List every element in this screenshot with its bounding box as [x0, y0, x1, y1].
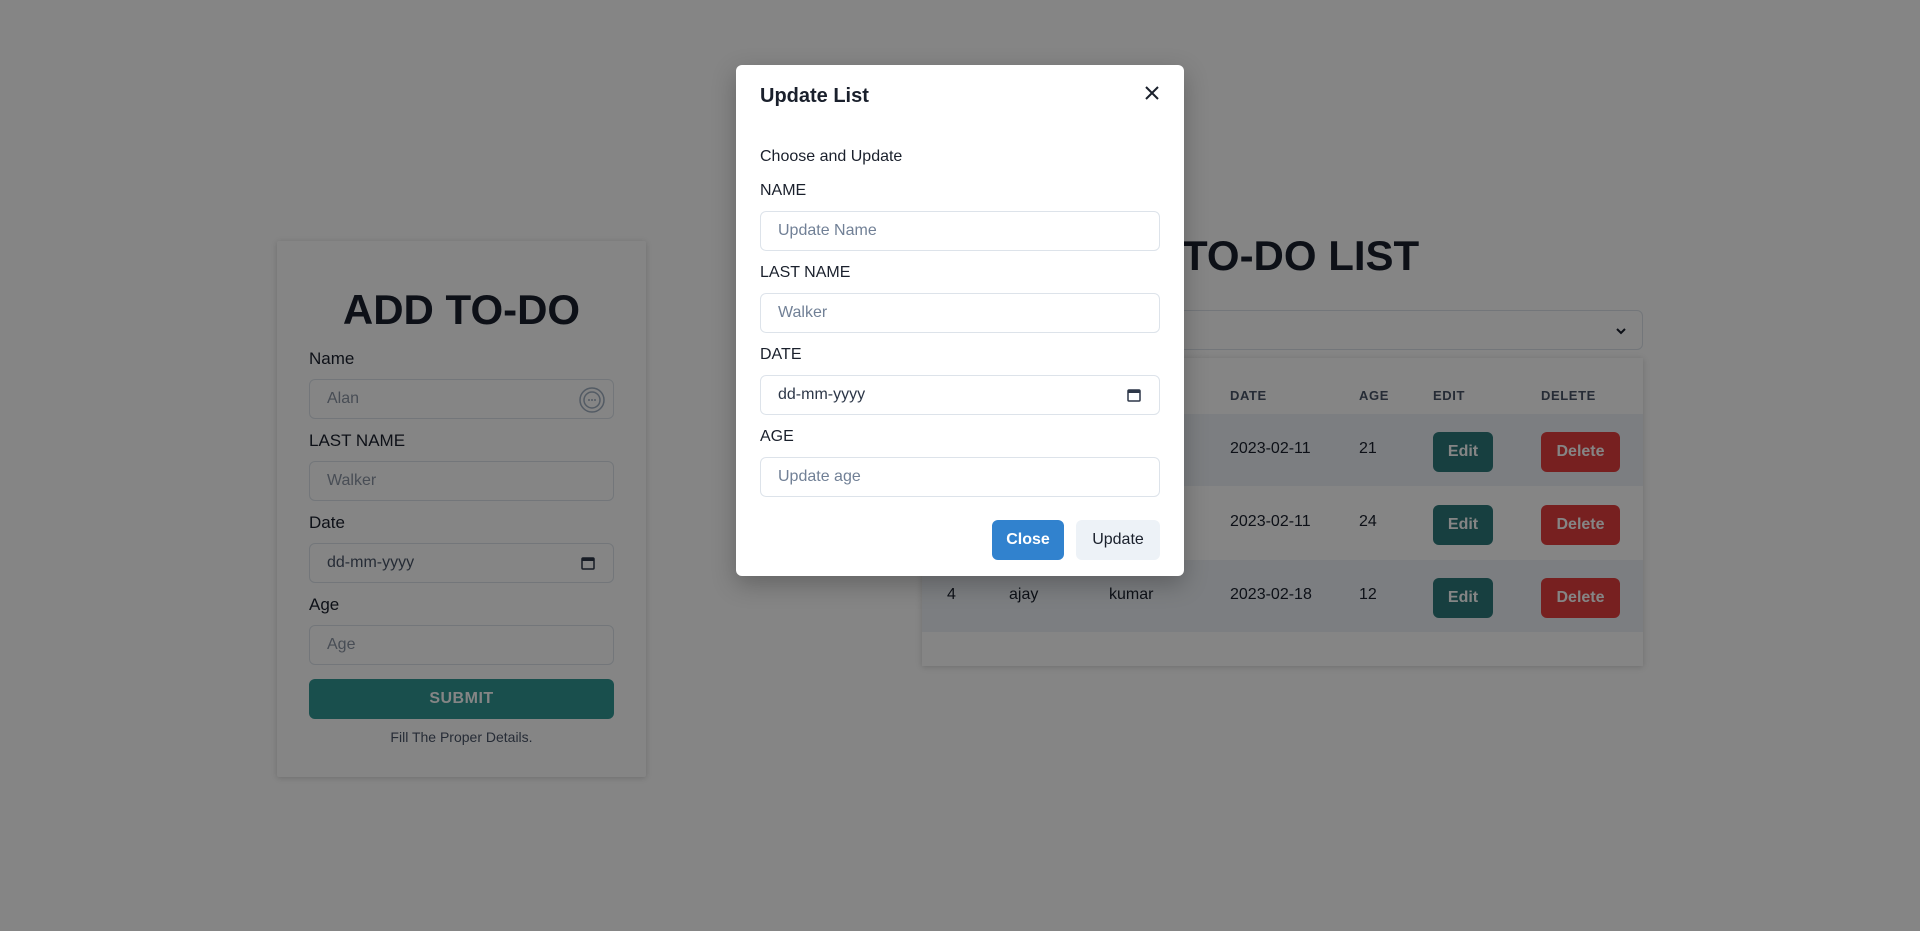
- modal-lastname-label: LAST NAME: [760, 264, 851, 281]
- modal-name-placeholder: Update Name: [778, 222, 877, 239]
- modal-name-label: NAME: [760, 182, 807, 199]
- close-button[interactable]: Close: [992, 520, 1064, 560]
- update-modal: Update List Choose and Update NAME Updat…: [736, 65, 1184, 576]
- calendar-icon[interactable]: [1127, 388, 1141, 402]
- modal-date-placeholder: dd-mm-yyyy: [778, 386, 866, 403]
- modal-lastname-placeholder: Walker: [778, 304, 828, 321]
- modal-name-input[interactable]: Update Name: [760, 211, 1160, 251]
- modal-age-label: AGE: [760, 428, 794, 445]
- modal-title: Update List: [760, 85, 869, 107]
- modal-age-input[interactable]: Update age: [760, 457, 1160, 497]
- modal-age-placeholder: Update age: [778, 468, 861, 485]
- modal-subtitle: Choose and Update: [760, 148, 903, 165]
- modal-date-label: DATE: [760, 346, 802, 363]
- modal-date-input[interactable]: dd-mm-yyyy: [760, 375, 1160, 415]
- update-button[interactable]: Update: [1076, 520, 1160, 560]
- close-icon[interactable]: [1140, 81, 1164, 105]
- modal-lastname-input[interactable]: Walker: [760, 293, 1160, 333]
